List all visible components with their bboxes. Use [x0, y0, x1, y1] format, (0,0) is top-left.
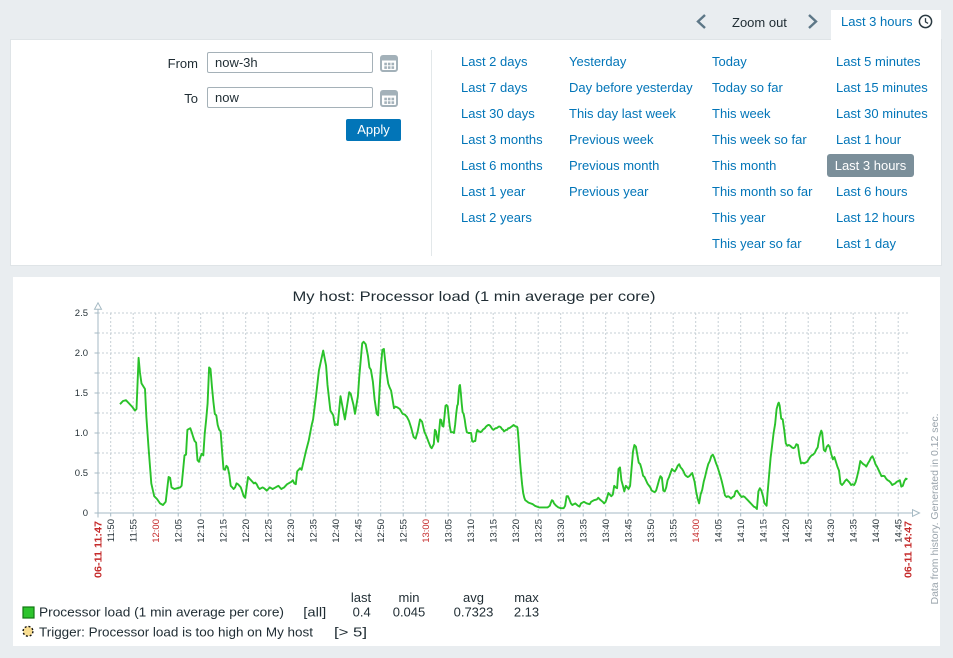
- svg-text:13:10: 13:10: [466, 519, 477, 543]
- svg-text:13:05: 13:05: [443, 519, 454, 543]
- svg-text:14:35: 14:35: [848, 519, 859, 543]
- svg-text:Processor load (1 min average: Processor load (1 min average per core): [39, 604, 284, 619]
- svg-text:max: max: [514, 590, 539, 605]
- svg-text:13:55: 13:55: [668, 519, 679, 543]
- svg-text:12:15: 12:15: [218, 519, 229, 543]
- svg-text:min: min: [399, 590, 420, 605]
- svg-text:13:45: 13:45: [623, 519, 634, 543]
- svg-text:12:45: 12:45: [353, 519, 364, 543]
- svg-text:[> 5]: [> 5]: [334, 624, 367, 639]
- svg-text:0.045: 0.045: [393, 604, 426, 619]
- svg-text:13:15: 13:15: [488, 519, 499, 543]
- svg-text:13:35: 13:35: [578, 519, 589, 543]
- svg-text:12:25: 12:25: [263, 519, 274, 543]
- svg-text:12:00: 12:00: [151, 519, 162, 543]
- svg-text:last: last: [351, 590, 372, 605]
- svg-text:12:05: 12:05: [173, 519, 184, 543]
- svg-text:14:10: 14:10: [736, 519, 747, 543]
- svg-text:12:30: 12:30: [286, 519, 297, 543]
- svg-text:14:15: 14:15: [758, 519, 769, 543]
- svg-text:2.5: 2.5: [75, 308, 88, 319]
- svg-text:12:50: 12:50: [376, 519, 387, 543]
- svg-text:14:25: 14:25: [803, 519, 814, 543]
- svg-text:0: 0: [83, 508, 88, 519]
- svg-text:12:35: 12:35: [308, 519, 319, 543]
- svg-text:06-11 11:47: 06-11 11:47: [93, 521, 105, 578]
- svg-text:11:55: 11:55: [128, 519, 139, 542]
- svg-text:14:20: 14:20: [781, 519, 792, 543]
- svg-text:13:50: 13:50: [646, 519, 657, 543]
- svg-text:12:40: 12:40: [331, 519, 342, 543]
- svg-text:1.5: 1.5: [75, 388, 88, 399]
- svg-text:12:55: 12:55: [398, 519, 409, 543]
- svg-text:0.4: 0.4: [353, 604, 371, 619]
- svg-text:1.0: 1.0: [75, 428, 88, 439]
- svg-text:13:40: 13:40: [601, 519, 612, 543]
- svg-text:Data from history. Generated i: Data from history. Generated in 0.12 sec…: [930, 414, 940, 605]
- svg-text:13:30: 13:30: [556, 519, 567, 543]
- svg-text:My host: Processor load (1 min: My host: Processor load (1 min average p…: [293, 288, 656, 304]
- svg-text:12:20: 12:20: [241, 519, 252, 543]
- svg-text:13:00: 13:00: [421, 519, 432, 543]
- svg-text:13:20: 13:20: [511, 519, 522, 543]
- svg-text:Trigger: Processor load is too: Trigger: Processor load is too high on M…: [39, 624, 313, 639]
- svg-text:12:10: 12:10: [196, 519, 207, 543]
- svg-text:0.5: 0.5: [75, 468, 88, 479]
- svg-text:0.7323: 0.7323: [454, 604, 494, 619]
- svg-text:14:30: 14:30: [826, 519, 837, 543]
- svg-text:14:00: 14:00: [691, 519, 702, 543]
- svg-text:[all]: [all]: [303, 604, 326, 619]
- svg-text:14:05: 14:05: [713, 519, 724, 543]
- svg-text:avg: avg: [463, 590, 484, 605]
- svg-text:2.0: 2.0: [75, 348, 88, 359]
- svg-text:06-11 14:47: 06-11 14:47: [903, 521, 915, 578]
- svg-text:14:40: 14:40: [871, 519, 882, 543]
- svg-text:13:25: 13:25: [533, 519, 544, 543]
- svg-text:11:50: 11:50: [106, 519, 117, 542]
- svg-text:2.13: 2.13: [514, 604, 539, 619]
